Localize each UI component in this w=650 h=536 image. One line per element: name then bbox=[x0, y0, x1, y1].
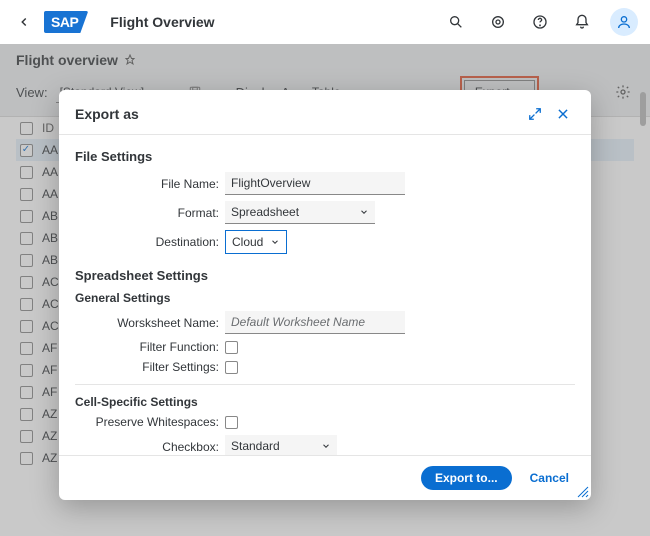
fullscreen-button[interactable] bbox=[523, 102, 547, 126]
cell-specific-settings-heading: Cell-Specific Settings bbox=[75, 395, 575, 409]
copilot-icon bbox=[490, 14, 506, 30]
bell-icon bbox=[574, 14, 590, 30]
filter-function-checkbox[interactable] bbox=[225, 341, 238, 354]
worksheet-name-label: Worsksheet Name: bbox=[75, 316, 225, 330]
sap-logo: SAP bbox=[44, 11, 88, 33]
close-icon bbox=[556, 107, 570, 121]
filter-settings-label: Filter Settings: bbox=[75, 360, 225, 374]
spreadsheet-settings-heading: Spreadsheet Settings bbox=[75, 268, 575, 283]
preserve-whitespaces-checkbox[interactable] bbox=[225, 416, 238, 429]
section-divider bbox=[75, 384, 575, 385]
fullscreen-icon bbox=[528, 107, 542, 121]
export-to-button[interactable]: Export to... bbox=[421, 466, 512, 490]
export-dialog: Export as File Settings File Name: Fligh… bbox=[59, 90, 591, 500]
format-value: Spreadsheet bbox=[231, 205, 299, 219]
file-settings-heading: File Settings bbox=[75, 149, 575, 164]
dialog-header: Export as bbox=[59, 90, 591, 135]
file-name-label: File Name: bbox=[75, 177, 225, 191]
notifications-button[interactable] bbox=[568, 8, 596, 36]
checkbox-mode-label: Checkbox: bbox=[75, 440, 225, 454]
person-icon bbox=[616, 14, 632, 30]
file-name-input[interactable]: FlightOverview bbox=[225, 172, 405, 195]
search-button[interactable] bbox=[442, 8, 470, 36]
checkbox-mode-select[interactable]: Standard bbox=[225, 435, 337, 455]
modal-overlay: Export as File Settings File Name: Fligh… bbox=[0, 44, 650, 536]
close-button[interactable] bbox=[551, 102, 575, 126]
format-select[interactable]: Spreadsheet bbox=[225, 201, 375, 224]
resize-handle[interactable] bbox=[577, 486, 589, 498]
chevron-left-icon bbox=[17, 15, 31, 29]
back-button[interactable] bbox=[12, 10, 36, 34]
chevron-down-icon bbox=[270, 237, 280, 247]
shell-header: SAP Flight Overview bbox=[0, 0, 650, 44]
search-icon bbox=[448, 14, 464, 30]
worksheet-name-placeholder: Default Worksheet Name bbox=[231, 315, 365, 329]
chevron-down-icon bbox=[359, 207, 369, 217]
chevron-down-icon bbox=[321, 441, 331, 451]
destination-value: Cloud bbox=[232, 235, 263, 249]
help-icon bbox=[532, 14, 548, 30]
preserve-whitespaces-label: Preserve Whitespaces: bbox=[75, 415, 225, 429]
filter-settings-checkbox[interactable] bbox=[225, 361, 238, 374]
checkbox-mode-value: Standard bbox=[231, 439, 280, 453]
user-avatar[interactable] bbox=[610, 8, 638, 36]
cancel-button[interactable]: Cancel bbox=[524, 470, 575, 486]
page-title: Flight Overview bbox=[110, 14, 214, 30]
copilot-button[interactable] bbox=[484, 8, 512, 36]
filter-function-label: Filter Function: bbox=[75, 340, 225, 354]
dialog-footer: Export to... Cancel bbox=[59, 455, 591, 500]
help-button[interactable] bbox=[526, 8, 554, 36]
header-actions bbox=[442, 8, 638, 36]
format-label: Format: bbox=[75, 206, 225, 220]
dialog-body: File Settings File Name: FlightOverview … bbox=[59, 135, 591, 455]
file-name-value: FlightOverview bbox=[231, 176, 310, 190]
dialog-title: Export as bbox=[75, 106, 519, 122]
general-settings-heading: General Settings bbox=[75, 291, 575, 305]
destination-select[interactable]: Cloud bbox=[225, 230, 287, 254]
destination-label: Destination: bbox=[75, 235, 225, 249]
worksheet-name-input[interactable]: Default Worksheet Name bbox=[225, 311, 405, 334]
